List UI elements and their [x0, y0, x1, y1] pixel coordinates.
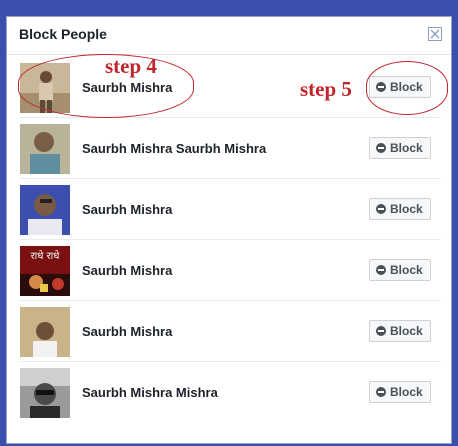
- person-name[interactable]: Saurbh Mishra Mishra: [82, 385, 218, 400]
- block-button[interactable]: Block: [369, 198, 431, 220]
- minus-circle-icon: [376, 265, 386, 275]
- minus-circle-icon: [376, 387, 386, 397]
- dialog-header: Block People: [7, 17, 451, 55]
- person-name[interactable]: Saurbh Mishra: [82, 263, 172, 278]
- block-button-label: Block: [390, 385, 423, 399]
- list-item: Saurbh Mishra Block: [19, 179, 441, 240]
- list-item: राधे राधे Saurbh Mishra Block: [19, 240, 441, 301]
- minus-circle-icon: [376, 204, 386, 214]
- person-name[interactable]: Saurbh Mishra: [82, 202, 172, 217]
- block-button[interactable]: Block: [369, 320, 431, 342]
- block-button-label: Block: [390, 324, 423, 338]
- avatar[interactable]: [20, 368, 70, 418]
- step-4-annotation: step 4: [105, 54, 157, 78]
- person-name[interactable]: Saurbh Mishra: [82, 324, 172, 339]
- avatar[interactable]: [20, 185, 70, 235]
- close-icon[interactable]: [428, 27, 442, 41]
- list-item: Saurbh Mishra Block: [19, 301, 441, 362]
- block-button[interactable]: Block: [369, 381, 431, 403]
- step-5-highlight: [366, 61, 448, 115]
- avatar[interactable]: राधे राधे: [20, 246, 70, 296]
- list-item: Saurbh Mishra Mishra Block: [19, 362, 441, 423]
- block-button-label: Block: [390, 141, 423, 155]
- block-button-label: Block: [390, 263, 423, 277]
- person-name[interactable]: Saurbh Mishra Saurbh Mishra: [82, 141, 266, 156]
- avatar-caption: राधे राधे: [31, 250, 61, 262]
- avatar[interactable]: [20, 307, 70, 357]
- step-5-annotation: step 5: [300, 77, 352, 101]
- minus-circle-icon: [376, 326, 386, 336]
- dialog-title: Block People: [19, 26, 107, 42]
- minus-circle-icon: [376, 143, 386, 153]
- block-button-label: Block: [390, 202, 423, 216]
- avatar[interactable]: [20, 124, 70, 174]
- list-item: Saurbh Mishra Saurbh Mishra Block: [19, 118, 441, 179]
- block-button[interactable]: Block: [369, 137, 431, 159]
- block-button[interactable]: Block: [369, 259, 431, 281]
